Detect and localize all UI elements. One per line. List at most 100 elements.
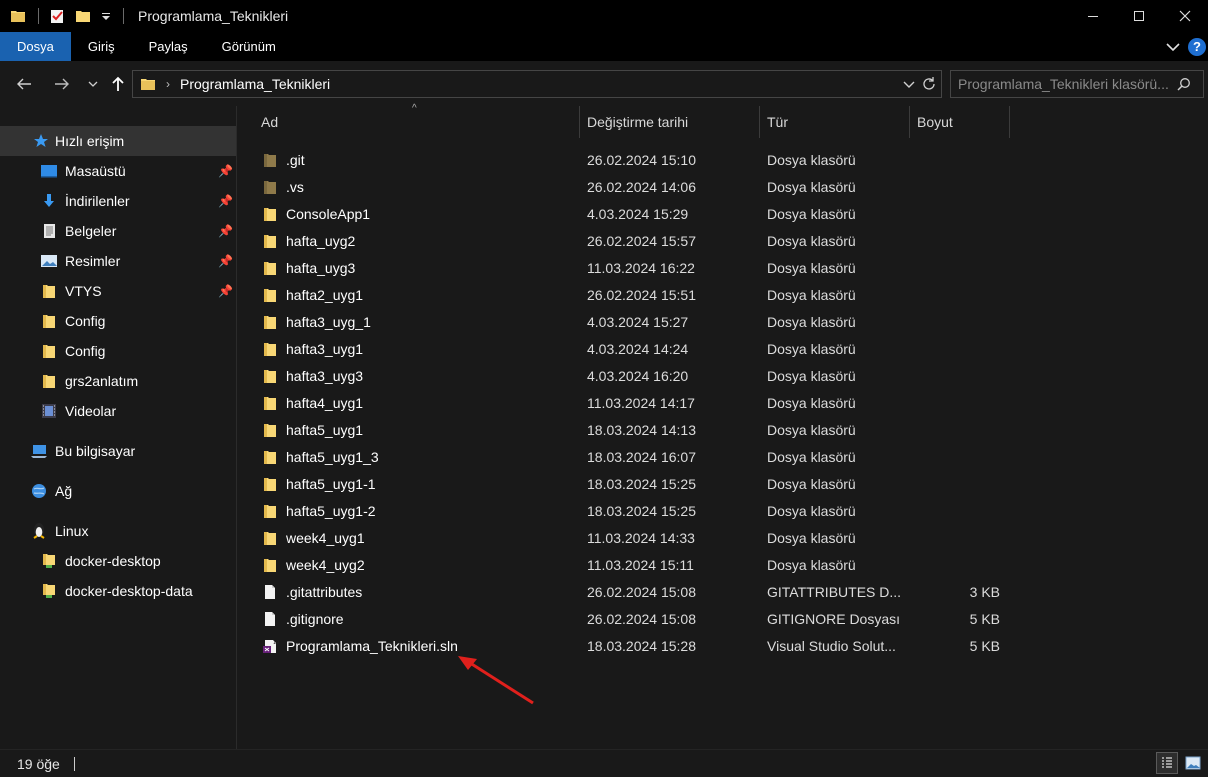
recent-locations-button[interactable]: [86, 73, 100, 95]
file-name-cell[interactable]: hafta5_uyg1: [262, 416, 363, 443]
column-header-size[interactable]: Boyut: [917, 106, 1009, 138]
details-view-button[interactable]: [1156, 752, 1178, 774]
file-name-cell[interactable]: .gitignore: [262, 605, 344, 632]
properties-icon[interactable]: [49, 8, 65, 24]
expand-ribbon-icon[interactable]: [1166, 42, 1180, 52]
file-row[interactable]: hafta4_uyg1 11.03.2024 14:17 Dosya klasörü: [238, 389, 1208, 416]
file-row[interactable]: week4_uyg1 11.03.2024 14:33 Dosya klasörü: [238, 524, 1208, 551]
file-name-cell[interactable]: ConsoleApp1: [262, 200, 370, 227]
file-name-cell[interactable]: .git: [262, 146, 305, 173]
file-name-cell[interactable]: .gitattributes: [262, 578, 362, 605]
file-row[interactable]: hafta_uyg3 11.03.2024 16:22 Dosya klasörü: [238, 254, 1208, 281]
file-name[interactable]: week4_uyg2: [286, 557, 365, 573]
large-icons-view-button[interactable]: [1182, 752, 1204, 774]
file-name[interactable]: hafta5_uyg1-1: [286, 476, 376, 492]
file-name-cell[interactable]: hafta2_uyg1: [262, 281, 363, 308]
column-divider[interactable]: [1009, 106, 1010, 138]
sidebar-item-vtys[interactable]: VTYS 📌: [0, 276, 236, 306]
file-name-cell[interactable]: week4_uyg2: [262, 551, 365, 578]
file-name[interactable]: hafta4_uyg1: [286, 395, 363, 411]
file-name-cell[interactable]: .vs: [262, 173, 304, 200]
sidebar-item-grs2anlatim[interactable]: grs2anlatım: [0, 366, 236, 396]
maximize-button[interactable]: [1116, 0, 1162, 32]
sidebar-item-this-pc[interactable]: Bu bilgisayar: [0, 436, 236, 466]
file-row[interactable]: .gitattributes 26.02.2024 15:08 GITATTRIBU…: [238, 578, 1208, 605]
column-header-date[interactable]: Değiştirme tarihi: [587, 106, 759, 138]
file-name-cell[interactable]: week4_uyg1: [262, 524, 365, 551]
file-name[interactable]: hafta5_uyg1_3: [286, 449, 379, 465]
file-row[interactable]: .gitignore 26.02.2024 15:08 GITIGNORE Dosy…: [238, 605, 1208, 632]
tab-home[interactable]: Giriş: [71, 32, 132, 61]
file-name-cell[interactable]: hafta3_uyg_1: [262, 308, 371, 335]
forward-button[interactable]: [50, 73, 74, 95]
file-row[interactable]: hafta3_uyg1 4.03.2024 14:24 Dosya klasörü: [238, 335, 1208, 362]
file-name[interactable]: week4_uyg1: [286, 530, 365, 546]
column-header-type[interactable]: Tür: [767, 106, 909, 138]
breadcrumb-separator[interactable]: ›: [166, 77, 170, 91]
minimize-button[interactable]: [1070, 0, 1116, 32]
column-header-name[interactable]: Ad: [261, 106, 579, 138]
file-name-cell[interactable]: hafta3_uyg1: [262, 335, 363, 362]
file-name[interactable]: hafta3_uyg1: [286, 341, 363, 357]
file-name[interactable]: hafta5_uyg1: [286, 422, 363, 438]
sidebar-item-videos[interactable]: Videolar: [0, 396, 236, 426]
file-name-cell[interactable]: hafta_uyg2: [262, 227, 355, 254]
file-name-cell[interactable]: hafta4_uyg1: [262, 389, 363, 416]
address-dropdown-icon[interactable]: [903, 77, 915, 91]
search-placeholder[interactable]: Programlama_Teknikleri klasörü...: [958, 76, 1170, 92]
sidebar-item-downloads[interactable]: İndirilenler 📌: [0, 186, 236, 216]
back-button[interactable]: [12, 73, 36, 95]
sidebar-item-desktop[interactable]: Masaüstü 📌: [0, 156, 236, 186]
file-name[interactable]: hafta_uyg3: [286, 260, 355, 276]
pin-icon[interactable]: 📌: [218, 254, 233, 268]
sidebar-item-documents[interactable]: Belgeler 📌: [0, 216, 236, 246]
file-row[interactable]: hafta5_uyg1 18.03.2024 14:13 Dosya klasörü: [238, 416, 1208, 443]
file-name-cell[interactable]: hafta5_uyg1-1: [262, 470, 376, 497]
pin-icon[interactable]: 📌: [218, 194, 233, 208]
file-name[interactable]: hafta_uyg2: [286, 233, 355, 249]
column-divider[interactable]: [759, 106, 760, 138]
sidebar-item-docker-desktop[interactable]: docker-desktop: [0, 546, 236, 576]
file-name-cell[interactable]: 19 Programlama_Teknikleri.sln: [262, 632, 458, 659]
file-name[interactable]: hafta3_uyg3: [286, 368, 363, 384]
sidebar-item-pictures[interactable]: Resimler 📌: [0, 246, 236, 276]
file-row[interactable]: 19 Programlama_Teknikleri.sln 18.03.2024 1…: [238, 632, 1208, 659]
pin-icon[interactable]: 📌: [218, 284, 233, 298]
sidebar-item-config[interactable]: Config: [0, 306, 236, 336]
pin-icon[interactable]: 📌: [218, 224, 233, 238]
file-name[interactable]: .git: [286, 152, 305, 168]
file-row[interactable]: hafta3_uyg3 4.03.2024 16:20 Dosya klasörü: [238, 362, 1208, 389]
file-row[interactable]: hafta_uyg2 26.02.2024 15:57 Dosya klasörü: [238, 227, 1208, 254]
column-divider[interactable]: [579, 106, 580, 138]
file-name-cell[interactable]: hafta5_uyg1_3: [262, 443, 379, 470]
up-button[interactable]: [108, 73, 128, 95]
column-divider[interactable]: [909, 106, 910, 138]
search-box[interactable]: Programlama_Teknikleri klasörü...: [950, 70, 1204, 98]
new-folder-icon[interactable]: [75, 8, 91, 24]
file-name[interactable]: Programlama_Teknikleri.sln: [286, 638, 458, 654]
file-row[interactable]: hafta5_uyg1-2 18.03.2024 15:25 Dosya klasö…: [238, 497, 1208, 524]
file-name-cell[interactable]: hafta_uyg3: [262, 254, 355, 281]
refresh-icon[interactable]: [921, 76, 937, 92]
file-name[interactable]: ConsoleApp1: [286, 206, 370, 222]
search-icon[interactable]: [1177, 77, 1191, 91]
tab-view[interactable]: Görünüm: [205, 32, 293, 61]
tab-file[interactable]: Dosya: [0, 32, 71, 61]
file-name-cell[interactable]: hafta5_uyg1-2: [262, 497, 376, 524]
file-name[interactable]: hafta5_uyg1-2: [286, 503, 376, 519]
pin-icon[interactable]: 📌: [218, 164, 233, 178]
file-row[interactable]: week4_uyg2 11.03.2024 15:11 Dosya klasörü: [238, 551, 1208, 578]
file-row[interactable]: hafta5_uyg1-1 18.03.2024 15:25 Dosya klasö…: [238, 470, 1208, 497]
file-name-cell[interactable]: hafta3_uyg3: [262, 362, 363, 389]
address-bar[interactable]: › Programlama_Teknikleri: [132, 70, 942, 98]
file-row[interactable]: ConsoleApp1 4.03.2024 15:29 Dosya klasörü: [238, 200, 1208, 227]
file-name[interactable]: .vs: [286, 179, 304, 195]
file-name[interactable]: hafta2_uyg1: [286, 287, 363, 303]
file-row[interactable]: hafta3_uyg_1 4.03.2024 15:27 Dosya klasörü: [238, 308, 1208, 335]
sidebar-item-docker-desktop-data[interactable]: docker-desktop-data: [0, 576, 236, 606]
customize-toolbar-icon[interactable]: [101, 8, 111, 24]
tab-share[interactable]: Paylaş: [132, 32, 205, 61]
file-row[interactable]: .git 26.02.2024 15:10 Dosya klasörü: [238, 146, 1208, 173]
sidebar-item-config[interactable]: Config: [0, 336, 236, 366]
file-row[interactable]: hafta2_uyg1 26.02.2024 15:51 Dosya klasörü: [238, 281, 1208, 308]
